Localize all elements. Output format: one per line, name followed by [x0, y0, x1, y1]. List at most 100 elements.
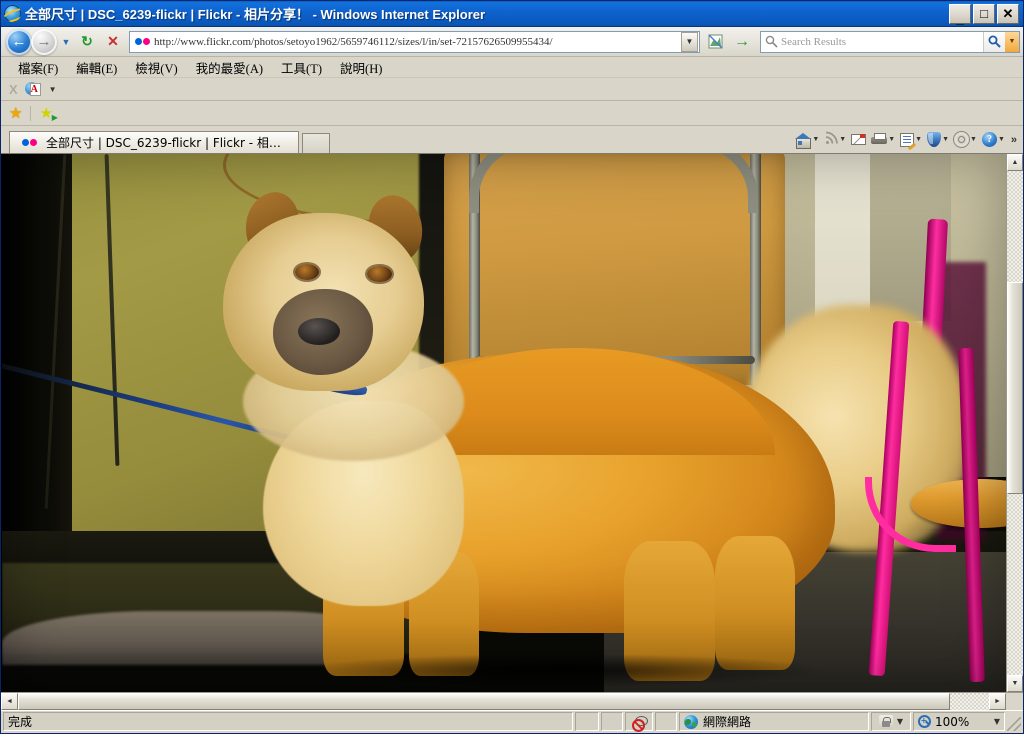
- minimize-button[interactable]: _: [949, 3, 971, 25]
- compat-view-icon: [708, 34, 723, 49]
- tab-active[interactable]: 全部尺寸 | DSC_6239-flickr | Flickr - 相片分享！: [9, 131, 299, 153]
- menu-edit-label: 編輯: [76, 60, 102, 76]
- search-submit-button[interactable]: [983, 31, 1005, 52]
- vertical-scrollbar[interactable]: ▲ ▼: [1006, 154, 1023, 692]
- print-button[interactable]: ▼: [869, 133, 897, 146]
- status-cell-3: [655, 712, 677, 731]
- vertical-scroll-track[interactable]: [1007, 171, 1023, 675]
- chevron-down-icon[interactable]: ▼: [970, 136, 977, 143]
- help-menu-button[interactable]: ? ▼: [980, 132, 1007, 147]
- stop-icon: ✕: [107, 33, 119, 49]
- resize-grip[interactable]: [1007, 717, 1021, 731]
- scroll-left-button[interactable]: ◄: [1, 693, 18, 710]
- chevron-down-icon[interactable]: ▼: [812, 136, 819, 143]
- horizontal-scrollbar[interactable]: ◄ ►: [1, 692, 1023, 710]
- go-button[interactable]: →: [730, 30, 754, 54]
- forward-button[interactable]: →: [31, 28, 57, 55]
- menu-tools-mnemonic: (T): [306, 61, 323, 76]
- chevron-down-icon[interactable]: ▼: [49, 85, 57, 94]
- maximize-button[interactable]: □: [973, 3, 995, 24]
- chevron-down-icon[interactable]: ▼: [998, 136, 1005, 143]
- more-commands-button[interactable]: »: [1008, 134, 1017, 146]
- menu-file[interactable]: 檔案(F): [9, 57, 67, 78]
- window-controls: _ □ ✕: [949, 3, 1021, 25]
- recent-pages-dropdown[interactable]: ▼: [59, 37, 73, 47]
- popup-blocked-indicator[interactable]: [625, 712, 653, 732]
- menu-view-mnemonic: (V): [160, 61, 178, 76]
- internet-zone-globe-icon: [684, 714, 698, 729]
- triangle-left-icon: ◄: [6, 698, 13, 705]
- chevron-down-icon[interactable]: ▼: [888, 136, 895, 143]
- stop-button[interactable]: ✕: [101, 30, 125, 54]
- scroll-up-button[interactable]: ▲: [1007, 154, 1023, 171]
- status-text: 完成: [3, 712, 573, 731]
- tools-menu-button[interactable]: ▼: [952, 132, 979, 147]
- chevron-down-icon: ▼: [61, 36, 71, 47]
- tab-label: 全部尺寸 | DSC_6239-flickr | Flickr - 相片分享！: [46, 136, 288, 150]
- flickr-favicon-icon: [130, 38, 154, 45]
- vertical-scroll-thumb[interactable]: [1007, 281, 1023, 494]
- triangle-down-icon: ▼: [1011, 680, 1019, 687]
- security-zone-indicator[interactable]: 網際網路: [679, 712, 869, 731]
- adobe-pdf-toolbar: X A ▼: [1, 78, 1023, 101]
- compatibility-view-button[interactable]: [704, 30, 728, 54]
- chevron-down-icon[interactable]: ▼: [942, 136, 949, 143]
- chevron-down-icon[interactable]: ▼: [839, 136, 846, 143]
- add-to-favorites-bar-icon[interactable]: ★: [39, 104, 58, 122]
- chevron-down-icon[interactable]: ▼: [994, 717, 1000, 726]
- protected-mode-indicator[interactable]: ▼: [871, 712, 911, 731]
- command-bar: ▼ ▼ ▼ ▼ ▼ ▼ ? ▼ »: [793, 131, 1023, 150]
- home-button[interactable]: ▼: [793, 132, 821, 149]
- search-provider-dropdown[interactable]: ▼: [1005, 31, 1019, 52]
- address-toolbar: ← → ▼ ↻ ✕ http://www.flickr.com/photos/s…: [1, 27, 1023, 57]
- menu-view[interactable]: 檢視(V): [126, 57, 186, 78]
- favorites-center-icon[interactable]: ★: [9, 104, 22, 122]
- chevron-down-icon[interactable]: ▼: [915, 136, 922, 143]
- close-toolbar-button[interactable]: X: [9, 82, 18, 97]
- status-bar: 完成 網際網路 ▼ + 100% ▼: [1, 710, 1023, 733]
- menu-favorites-mnemonic: (A): [245, 61, 264, 76]
- rss-feed-icon: [824, 131, 839, 148]
- zoom-magnifier-icon: +: [918, 715, 931, 728]
- photo-viewport[interactable]: [1, 154, 1006, 692]
- menu-help[interactable]: 說明(H): [331, 57, 391, 78]
- tools-gear-icon: [954, 132, 969, 147]
- chevron-down-icon[interactable]: ▼: [897, 717, 903, 726]
- safety-menu-button[interactable]: ▼: [925, 132, 951, 147]
- address-bar[interactable]: http://www.flickr.com/photos/setoyo1962/…: [129, 30, 700, 53]
- search-box[interactable]: Search Results ▼: [760, 30, 1020, 53]
- menu-favorites[interactable]: 我的最愛(A): [187, 57, 272, 78]
- status-cell-2: [601, 712, 623, 731]
- search-input[interactable]: Search Results: [781, 36, 983, 48]
- close-button[interactable]: ✕: [997, 3, 1019, 24]
- tab-bar: 全部尺寸 | DSC_6239-flickr | Flickr - 相片分享！ …: [1, 126, 1023, 153]
- divider: [30, 105, 32, 121]
- menu-tools-label: 工具: [281, 60, 307, 76]
- search-icon: [761, 35, 781, 48]
- refresh-button[interactable]: ↻: [75, 30, 99, 54]
- menu-tools[interactable]: 工具(T): [272, 57, 331, 78]
- new-tab-button[interactable]: [302, 133, 330, 153]
- zoom-level-label: 100%: [935, 714, 970, 729]
- back-button[interactable]: ←: [6, 28, 32, 55]
- adobe-pdf-icon[interactable]: A: [24, 81, 42, 97]
- window-title: 全部尺寸 | DSC_6239-flickr | Flickr - 相片分享！ …: [25, 7, 486, 22]
- feeds-button[interactable]: ▼: [822, 131, 848, 148]
- address-dropdown-button[interactable]: ▼: [681, 31, 698, 52]
- page-menu-button[interactable]: ▼: [898, 132, 924, 150]
- horizontal-scroll-track[interactable]: [18, 693, 989, 710]
- print-icon: [871, 133, 888, 146]
- address-input[interactable]: http://www.flickr.com/photos/setoyo1962/…: [154, 36, 681, 48]
- zoom-indicator[interactable]: + 100% ▼: [913, 712, 1005, 731]
- scroll-right-button[interactable]: ►: [989, 693, 1006, 710]
- menu-edit[interactable]: 編輯(E): [67, 57, 126, 78]
- menu-bar: 檔案(F) 編輯(E) 檢視(V) 我的最愛(A) 工具(T) 說明(H): [1, 57, 1023, 78]
- scroll-down-button[interactable]: ▼: [1007, 675, 1023, 692]
- help-icon: ?: [981, 132, 997, 147]
- horizontal-scroll-thumb[interactable]: [18, 693, 951, 710]
- menu-edit-mnemonic: (E): [101, 61, 118, 76]
- read-mail-button[interactable]: [849, 134, 868, 145]
- flickr-photo: [2, 154, 1006, 692]
- flickr-favicon-icon: [17, 139, 41, 146]
- safety-shield-icon: [927, 132, 942, 147]
